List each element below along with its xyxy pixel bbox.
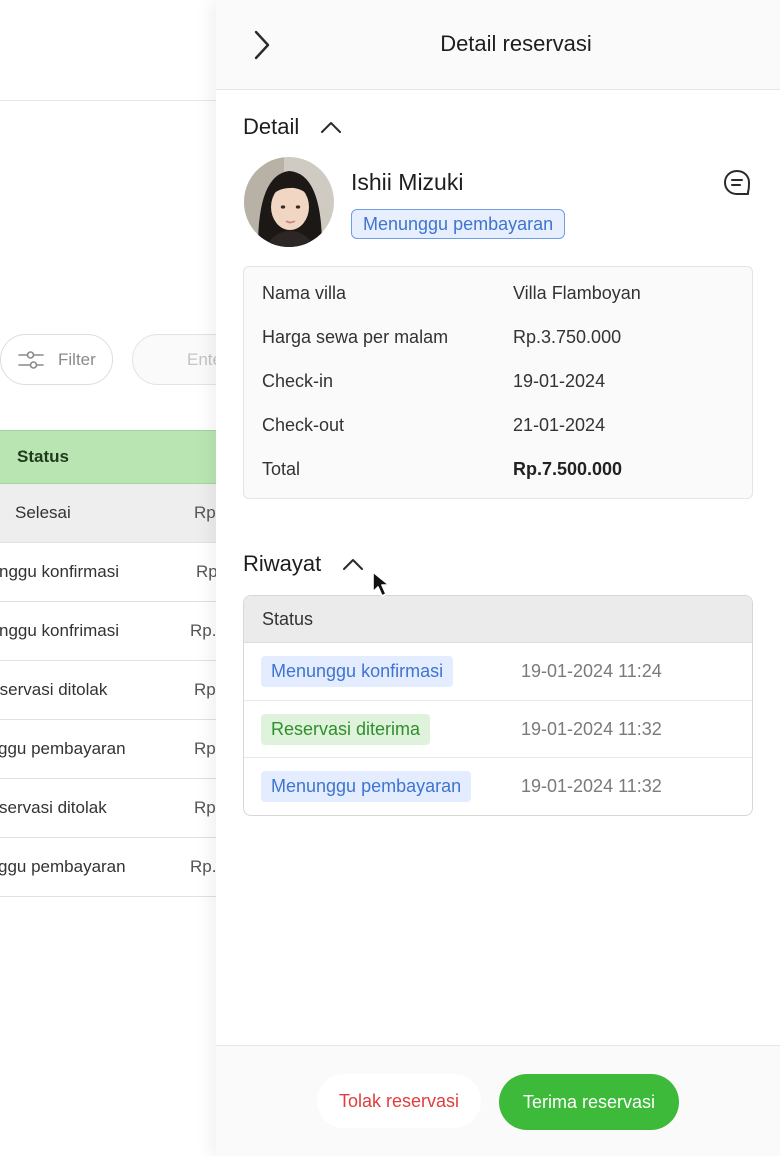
table-row[interactable]: nggu konfrimasi Rp.: [0, 602, 230, 661]
info-key: Total: [262, 459, 301, 479]
info-key: Check-in: [262, 371, 334, 391]
info-value: 21-01-2024: [513, 415, 606, 435]
reservation-detail-drawer: Detail reservasi Detail Ishii Mizuki Men…: [216, 0, 780, 1156]
drawer-header: Detail reservasi: [216, 0, 780, 90]
table-row[interactable]: Selesai Rp: [0, 484, 230, 543]
row-price: Rp: [194, 503, 216, 522]
table-row[interactable]: nggu konfirmasi Rp: [0, 543, 230, 602]
filter-button[interactable]: Filter: [0, 334, 113, 385]
row-status: nggu konfirmasi: [0, 562, 120, 581]
row-price: Rp.: [190, 621, 217, 640]
info-value: 19-01-2024: [513, 371, 606, 391]
row-price: Rp: [194, 798, 216, 817]
table-row[interactable]: servasi ditolak Rp: [0, 779, 230, 838]
reject-reservation-button[interactable]: Tolak reservasi: [317, 1074, 481, 1128]
history-time: 19-01-2024 11:24: [521, 661, 662, 681]
reservation-table: Status Selesai Rp nggu konfirmasi Rp ngg…: [0, 430, 230, 897]
row-price: Rp: [194, 739, 216, 758]
info-value: Rp.3.750.000: [513, 327, 622, 347]
info-row: Check-out 21-01-2024: [244, 415, 752, 459]
detail-section-header[interactable]: Detail: [243, 114, 343, 140]
table-header-status: Status: [0, 430, 230, 484]
history-status-tag: Reservasi diterima: [261, 713, 431, 745]
mouse-cursor-icon: [372, 571, 390, 597]
info-row: Total Rp.7.500.000: [244, 459, 752, 503]
history-time: 19-01-2024 11:32: [521, 776, 662, 797]
row-status: rservasi ditolak: [0, 680, 108, 699]
guest-name: Ishii Mizuki: [351, 169, 464, 195]
chevron-up-icon[interactable]: [319, 115, 343, 139]
detail-section-title: Detail: [243, 114, 300, 139]
history-time: 19-01-2024 11:32: [521, 718, 662, 739]
history-row: Menunggu konfirmasi 19-01-2024 11:24: [244, 643, 752, 701]
table-row[interactable]: ggu pembayaran Rp.: [0, 838, 230, 897]
row-status: ggu pembayaran: [0, 857, 126, 876]
filter-icon: [18, 350, 44, 369]
table-row[interactable]: rservasi ditolak Rp: [0, 661, 230, 720]
row-price: Rp: [194, 680, 216, 699]
history-header: Status: [244, 596, 752, 643]
history-row: Menunggu pembayaran 19-01-2024 11:32: [244, 758, 752, 815]
accept-reservation-button[interactable]: Terima reservasi: [499, 1074, 679, 1130]
info-key: Check-out: [262, 415, 345, 435]
info-row: Harga sewa per malam Rp.3.750.000: [244, 327, 752, 371]
drawer-footer: Tolak reservasi Terima reservasi: [216, 1045, 780, 1156]
row-status: servasi ditolak: [0, 798, 107, 817]
history-row: Reservasi diterima 19-01-2024 11:32: [244, 701, 752, 759]
reservation-info-card: Nama villa Villa Flamboyan Harga sewa pe…: [243, 266, 753, 499]
divider: [0, 100, 230, 101]
history-section-title: Riwayat: [243, 551, 322, 576]
row-status: Selesai: [15, 503, 71, 522]
info-row: Nama villa Villa Flamboyan: [244, 283, 752, 327]
chevron-up-icon[interactable]: [341, 552, 365, 576]
history-status-tag: Menunggu pembayaran: [261, 771, 472, 803]
row-price: Rp: [196, 562, 218, 581]
info-key: Harga sewa per malam: [262, 327, 449, 347]
chat-icon[interactable]: [722, 168, 752, 198]
status-badge: Menunggu pembayaran: [351, 209, 566, 239]
avatar: [244, 157, 334, 247]
row-status: ggu pembayaran: [0, 739, 126, 758]
history-section-header[interactable]: Riwayat: [243, 551, 365, 577]
info-row: Check-in 19-01-2024: [244, 371, 752, 415]
info-total-value: Rp.7.500.000: [513, 459, 623, 479]
drawer-title: Detail reservasi: [440, 31, 592, 56]
history-status-tag: Menunggu konfirmasi: [261, 656, 454, 687]
history-table: Status Menunggu konfirmasi 19-01-2024 11…: [243, 595, 753, 816]
info-key: Nama villa: [262, 283, 347, 303]
info-value: Villa Flamboyan: [513, 283, 641, 303]
table-row[interactable]: ggu pembayaran Rp: [0, 720, 230, 779]
filter-label: Filter: [58, 349, 96, 369]
row-price: Rp.: [190, 857, 217, 876]
row-status: nggu konfrimasi: [0, 621, 120, 640]
